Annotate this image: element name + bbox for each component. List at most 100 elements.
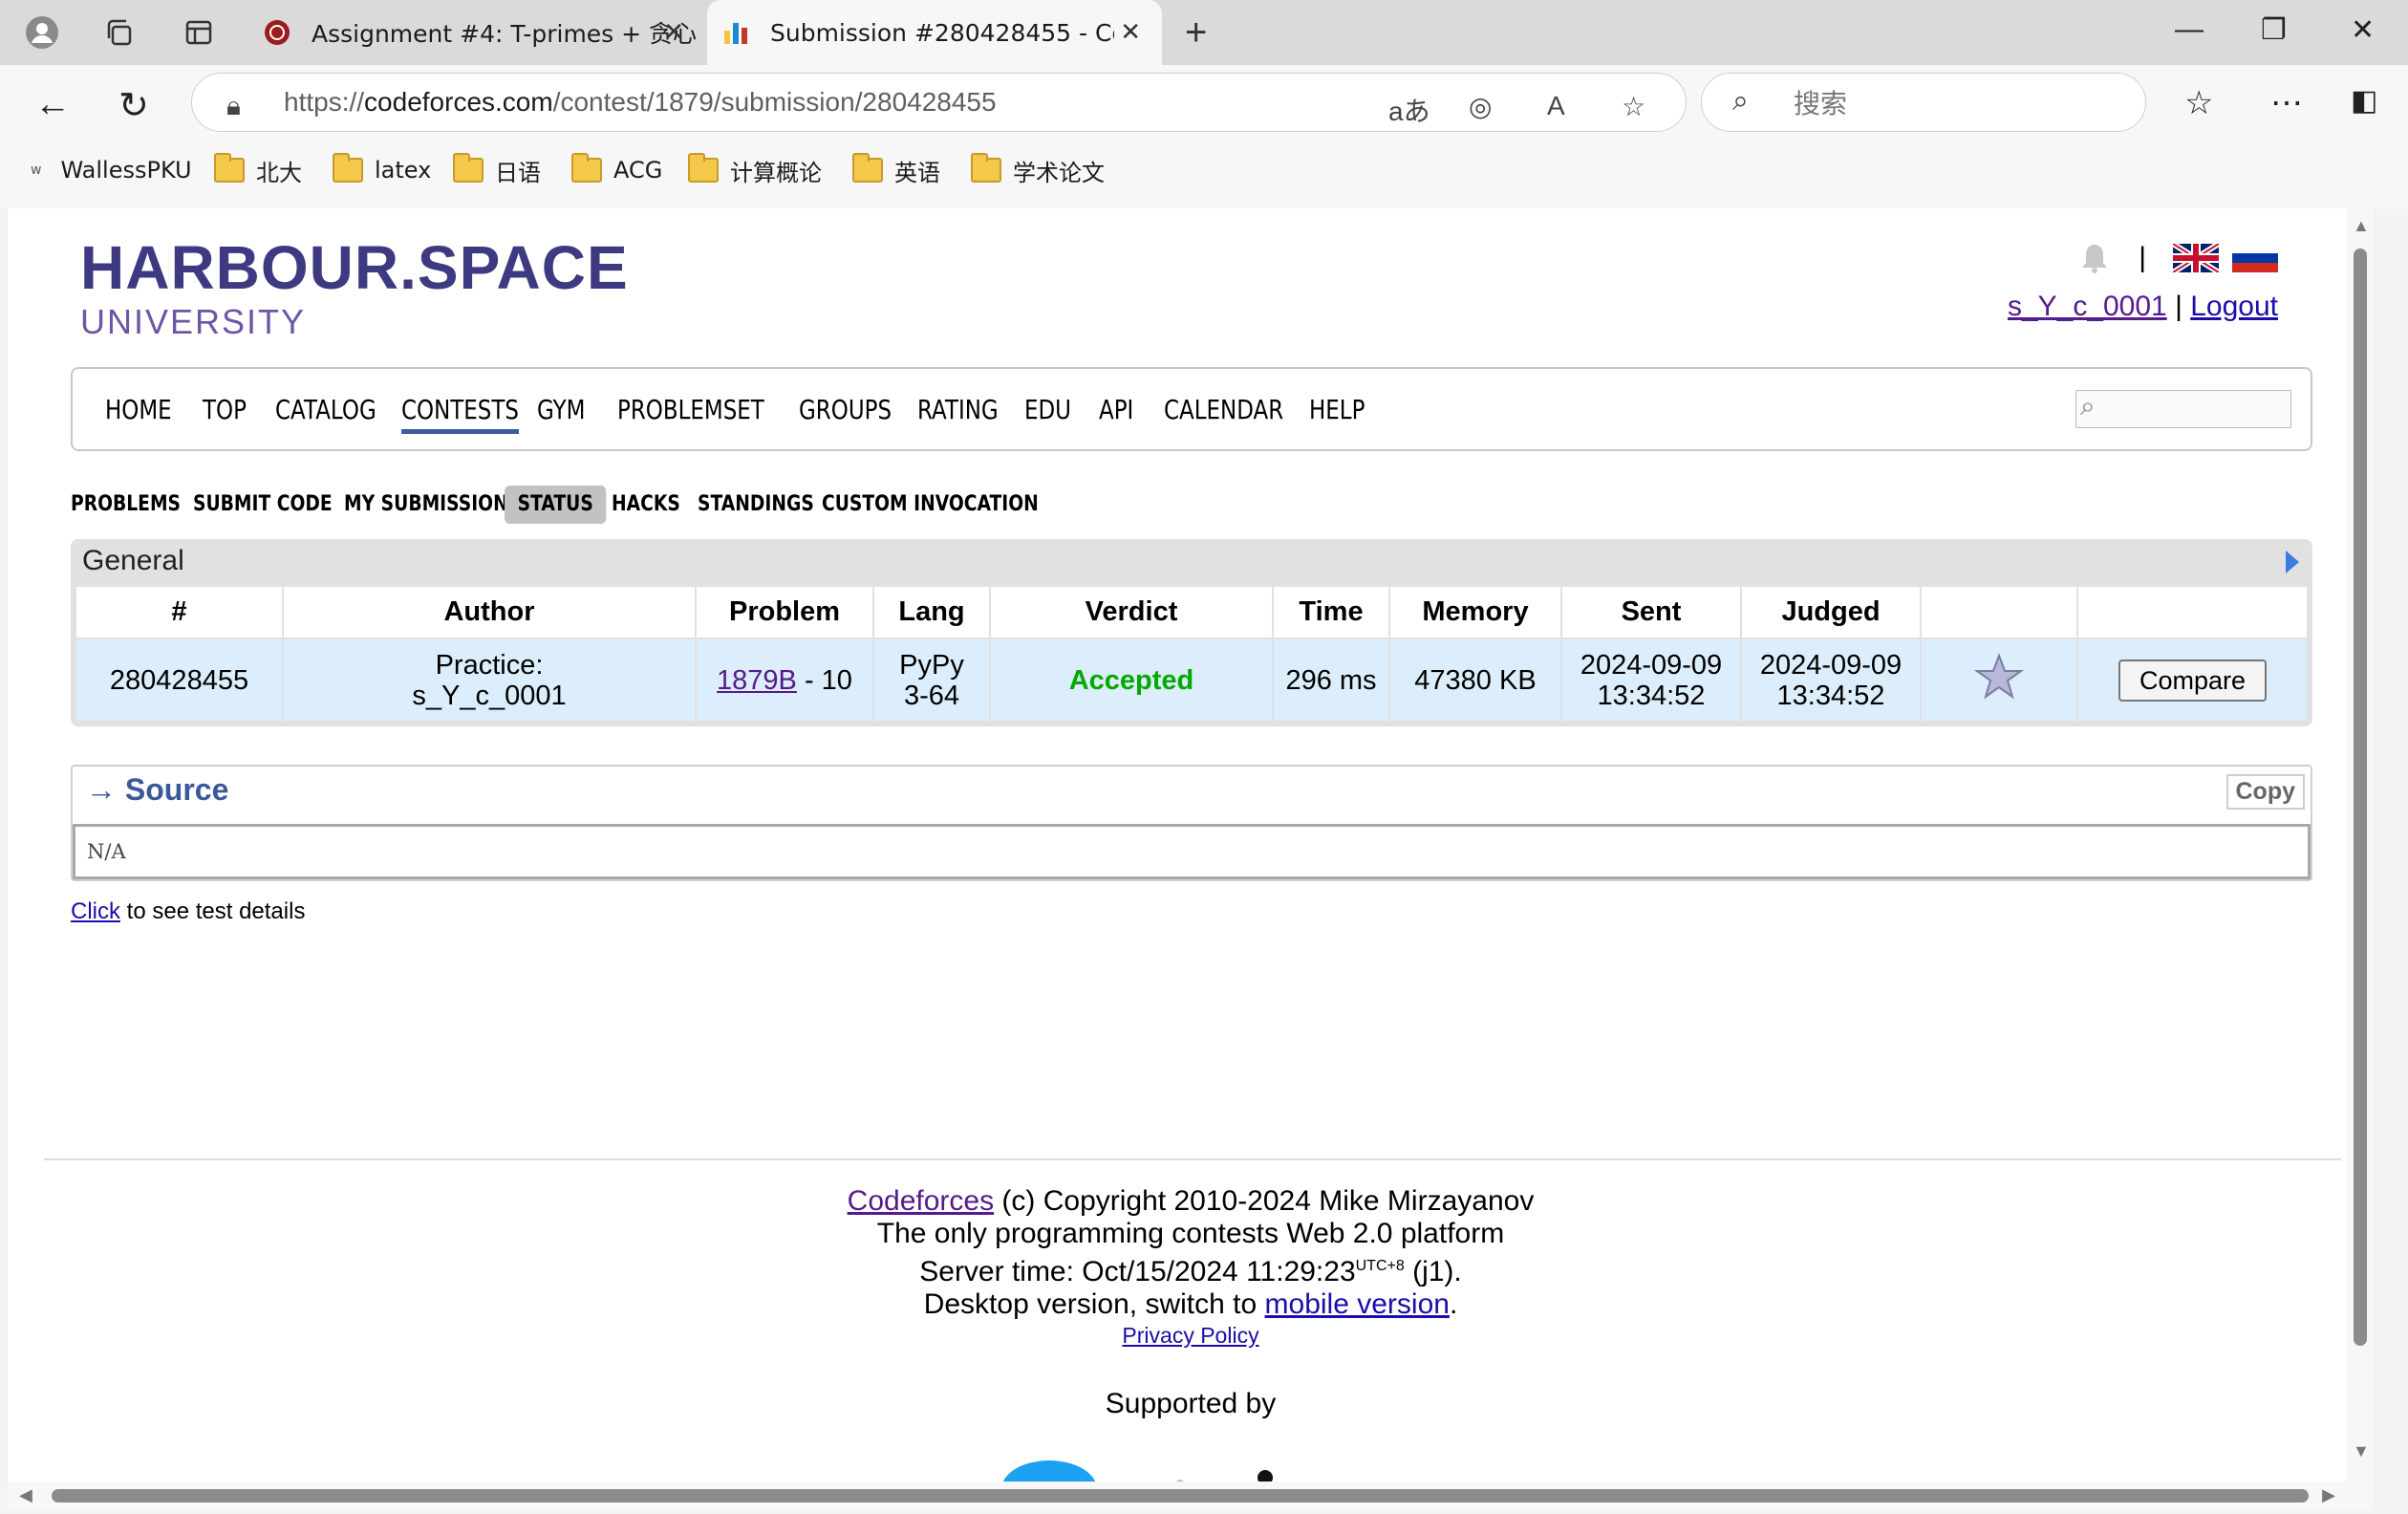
submenu-custom-invocation[interactable]: CUSTOM INVOCATION [822, 486, 1039, 524]
logout-link[interactable]: Logout [2190, 291, 2278, 322]
folder-icon [453, 153, 484, 183]
copy-button[interactable]: Copy [2225, 774, 2305, 810]
sidebar-icon[interactable]: ◧ [2351, 84, 2377, 118]
submenu-submit-code[interactable]: SUBMIT CODE [193, 486, 333, 524]
sent-date: 2024-09-09 [1580, 649, 1723, 681]
bookmark-folder[interactable]: 学术论文 [971, 153, 1105, 187]
favorite-cell [1921, 638, 2078, 721]
folder-icon [971, 153, 1001, 183]
expand-arrow-icon[interactable] [2286, 551, 2299, 573]
folder-icon [571, 153, 602, 183]
browser-search[interactable]: ⌕ 搜索 [1701, 73, 2146, 132]
tab-submission[interactable]: Submission #280428455 - Codefo ✕ [707, 0, 1162, 65]
tab-title: Assignment #4: T-primes + 贪心 [312, 20, 698, 48]
menu-item-problemset[interactable]: PROBLEMSET [617, 394, 764, 425]
menu-item-rating[interactable]: RATING [917, 394, 999, 425]
bookmark-folder[interactable]: 日语 [453, 153, 541, 187]
compare-button[interactable]: Compare [2118, 659, 2268, 702]
bookmark-folder[interactable]: latex [333, 153, 431, 187]
bookmark-folder[interactable]: 计算概论 [688, 153, 822, 187]
menu-item-api[interactable]: API [1099, 394, 1133, 425]
author-prefix: Practice: [435, 649, 544, 681]
user-handle-link[interactable]: s_Y_c_0001 [2008, 291, 2167, 322]
restore-icon[interactable]: ❐ [2261, 13, 2287, 47]
site-logo[interactable]: HARBOUR.SPACE UNIVERSITY [80, 237, 629, 342]
submenu-standings[interactable]: STANDINGS [698, 486, 814, 524]
submission-problem: 1879B - 10 [696, 638, 874, 721]
translate-icon[interactable]: aあ [1388, 91, 1430, 129]
table-header-row: # Author Problem Lang Verdict Time Memor… [76, 587, 2307, 639]
bookmark-folder[interactable]: 北大 [214, 153, 302, 187]
horizontal-scroll-thumb[interactable] [52, 1489, 2309, 1503]
tab-actions-icon[interactable] [180, 13, 218, 52]
more-icon[interactable]: ⋯ [2270, 84, 2303, 122]
column-header-favorite [1921, 587, 2078, 639]
submenu-hacks[interactable]: HACKS [612, 486, 680, 524]
site-search-input[interactable]: ⌕ [2075, 390, 2291, 428]
menu-item-groups[interactable]: GROUPS [799, 394, 892, 425]
collections-icon[interactable] [99, 13, 138, 52]
footer-divider [44, 1158, 2341, 1160]
address-bar[interactable]: 🔒︎ https://codeforces.com/contest/1879/s… [191, 73, 1687, 132]
bookmark-folder[interactable]: 英语 [852, 153, 940, 187]
menu-item-help[interactable]: HELP [1309, 394, 1365, 425]
lang-line2: 3-64 [903, 680, 960, 711]
scroll-up-icon[interactable]: ▲ [2353, 216, 2370, 236]
scroll-left-icon[interactable]: ◀ [19, 1485, 32, 1505]
lock-icon[interactable]: 🔒︎ [226, 91, 241, 122]
menu-item-top[interactable]: TOP [203, 394, 247, 425]
minimize-icon[interactable]: — [2175, 13, 2204, 46]
back-icon[interactable]: ← [34, 84, 71, 125]
mobile-version-link[interactable]: mobile version [1265, 1288, 1450, 1320]
source-panel: → Source Copy N/A [71, 765, 2312, 881]
horizontal-scrollbar[interactable]: ◀ ▶ [8, 1482, 2347, 1510]
codeforces-link[interactable]: Codeforces [848, 1185, 994, 1217]
menu-item-home[interactable]: HOME [105, 394, 172, 425]
edge-copilot-icon[interactable]: ◎ [1469, 91, 1492, 122]
general-panel: General # Author Problem Lang Verdict Ti… [71, 539, 2312, 726]
submenu-my-submissions[interactable]: MY SUBMISSIONS [344, 486, 521, 524]
read-aloud-icon[interactable]: A [1547, 91, 1565, 121]
favorite-star-icon[interactable] [1973, 653, 2025, 701]
notification-bell-icon[interactable] [2077, 242, 2112, 274]
new-tab-icon[interactable]: + [1185, 11, 1207, 54]
menu-item-gym[interactable]: GYM [537, 394, 585, 425]
problem-link[interactable]: 1879B [717, 665, 797, 696]
menu-item-edu[interactable]: EDU [1024, 394, 1071, 425]
menu-item-catalog[interactable]: CATALOG [275, 394, 376, 425]
submission-author: Practice: s_Y_c_0001 [283, 638, 697, 721]
bookmark-wallesspku[interactable]: w WallessPKU [31, 153, 192, 187]
submenu-status[interactable]: STATUS [505, 486, 607, 524]
favorites-icon[interactable]: ☆ [2184, 84, 2213, 122]
refresh-icon[interactable]: ↻ [118, 84, 149, 127]
vertical-scrollbar[interactable]: ▲ ▼ [2347, 208, 2374, 1510]
column-header-judged: Judged [1741, 587, 1922, 639]
test-details-link[interactable]: Click [71, 898, 120, 924]
russian-flag-icon[interactable] [2232, 244, 2278, 272]
server-id: (j1). [1404, 1256, 1462, 1287]
scroll-down-icon[interactable]: ▼ [2353, 1441, 2370, 1461]
submission-time: 296 ms [1273, 638, 1390, 721]
author-handle: s_Y_c_0001 [412, 680, 567, 711]
scroll-right-icon[interactable]: ▶ [2322, 1485, 2335, 1505]
menu-item-contests[interactable]: CONTESTS [401, 394, 519, 434]
english-flag-icon[interactable] [2173, 244, 2219, 272]
submission-id: 280428455 [76, 638, 284, 721]
header-user-area: | s_Y_c_0001 | Logout [2008, 237, 2278, 323]
vertical-scroll-thumb[interactable] [2354, 249, 2367, 1346]
close-tab-icon[interactable]: ✕ [1120, 18, 1141, 47]
menu-item-calendar[interactable]: CALENDAR [1164, 394, 1283, 425]
privacy-policy-link[interactable]: Privacy Policy [1122, 1323, 1258, 1348]
browser-toolbar: ← ↻ 🔒︎ https://codeforces.com/contest/18… [0, 65, 2408, 208]
close-window-icon[interactable]: ✕ [2351, 13, 2375, 47]
search-icon: ⌕ [1732, 85, 1749, 117]
profile-icon[interactable] [23, 13, 61, 52]
close-tab-icon[interactable]: ✕ [663, 18, 684, 47]
submission-judged: 2024-09-09 13:34:52 [1741, 638, 1922, 721]
bookmark-folder[interactable]: ACG [571, 153, 662, 187]
favorite-star-icon[interactable]: ☆ [1622, 91, 1645, 122]
submenu-problems[interactable]: PROBLEMS [71, 486, 181, 524]
test-details-text: to see test details [120, 898, 306, 924]
search-placeholder: 搜索 [1794, 89, 1848, 119]
tab-assignment[interactable]: Assignment #4: T-primes + 贪心 ✕ [256, 0, 705, 65]
